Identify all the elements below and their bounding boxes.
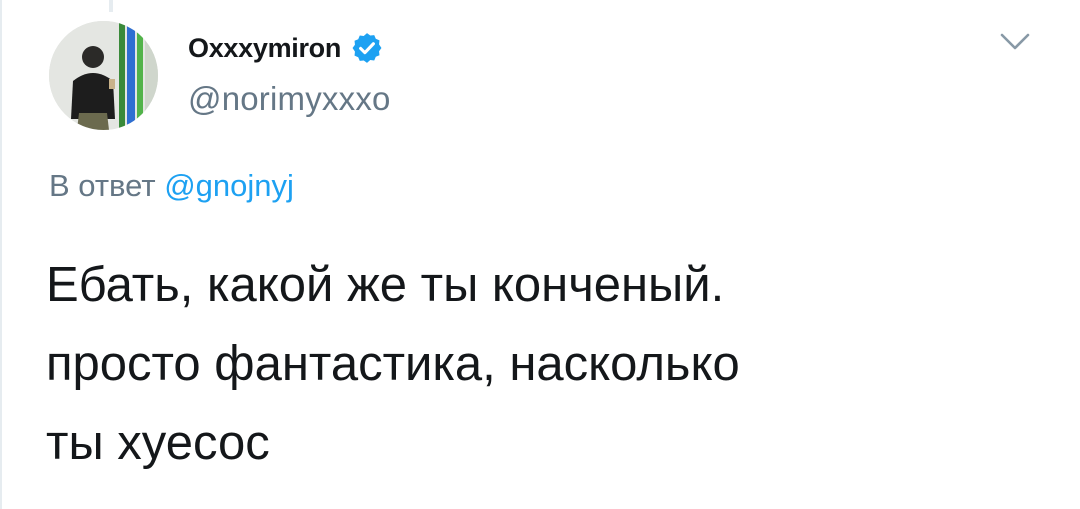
tweet: Oxxxymiron @norimyxxxo В ответ @gnojnyj … xyxy=(0,0,1080,509)
display-name[interactable]: Oxxxymiron xyxy=(188,33,341,64)
tweet-text-line: ты хуесос xyxy=(46,416,270,470)
verified-badge-icon xyxy=(350,31,384,65)
reply-prefix: В ответ xyxy=(49,168,156,203)
avatar[interactable] xyxy=(49,21,158,130)
chevron-down-icon[interactable] xyxy=(999,31,1031,53)
reply-context: В ответ @gnojnyj xyxy=(49,168,294,204)
avatar-image xyxy=(49,21,158,130)
tweet-text-line: Ебать, какой же ты конченый. xyxy=(46,258,725,312)
reply-mention-link[interactable]: @gnojnyj xyxy=(164,168,294,203)
tweet-text: Ебать, какой же ты конченый. просто фант… xyxy=(46,246,1046,483)
user-handle[interactable]: @norimyxxxo xyxy=(188,80,391,118)
author-block[interactable]: Oxxxymiron @norimyxxxo xyxy=(188,28,391,118)
tweet-text-line: просто фантастика, насколько xyxy=(46,337,740,391)
name-row: Oxxxymiron xyxy=(188,28,391,68)
left-border xyxy=(0,0,2,509)
thread-line xyxy=(109,0,113,12)
